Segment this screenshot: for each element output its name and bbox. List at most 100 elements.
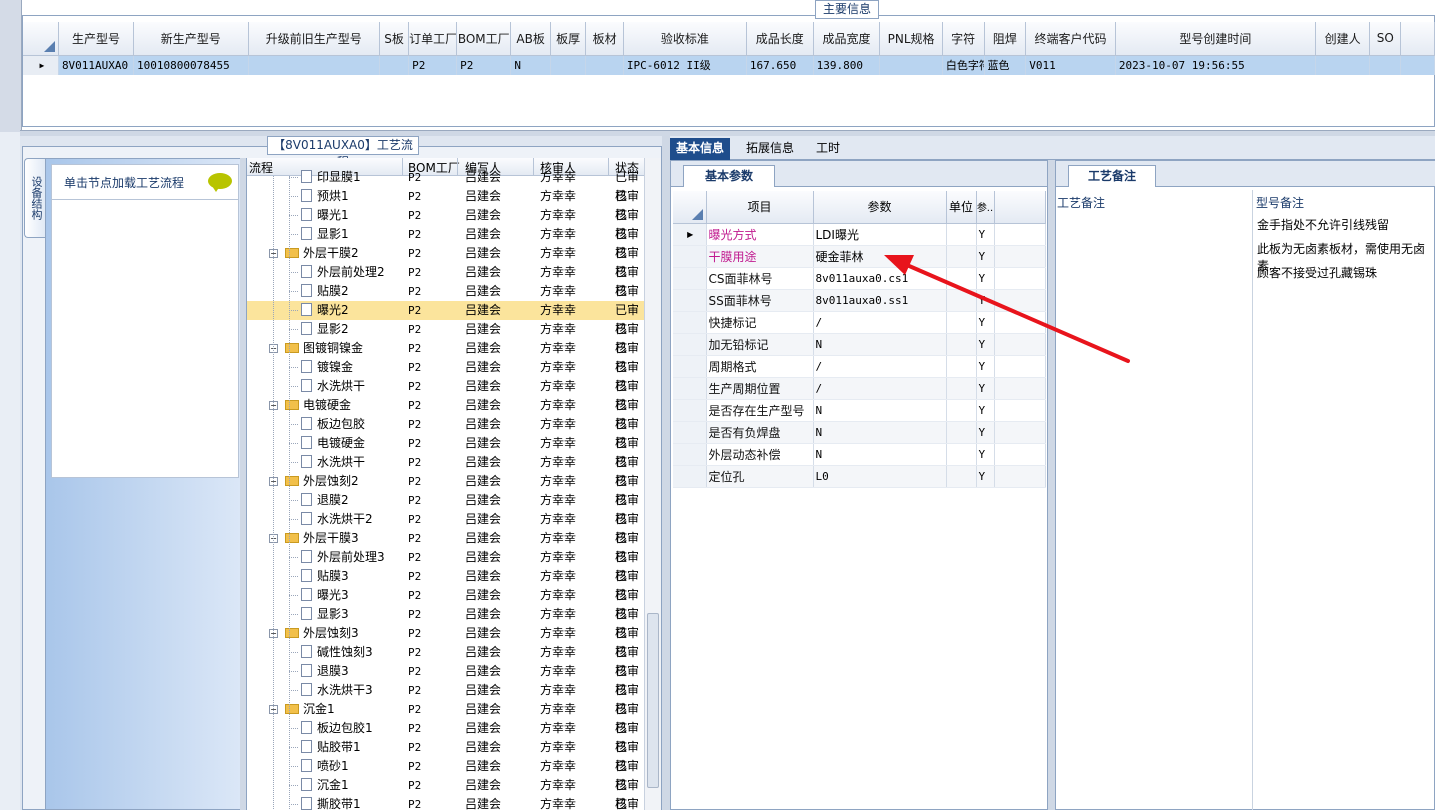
column-header[interactable]: 升级前旧生产型号: [248, 22, 380, 56]
param-value[interactable]: N: [813, 333, 947, 356]
param-row[interactable]: 快捷标记 / Y: [673, 311, 1046, 334]
param-unit[interactable]: [946, 223, 977, 246]
tree-node[interactable]: −外层干膜3P2吕建会方幸幸已审核: [247, 529, 644, 564]
param-unit[interactable]: [946, 465, 977, 488]
param-flag[interactable]: Y: [976, 377, 995, 400]
param-flag[interactable]: Y: [976, 399, 995, 422]
tree-node[interactable]: 印显膜1 P2 吕建会 方幸幸 已审核: [247, 168, 644, 203]
param-row[interactable]: 定位孔 L0 Y: [673, 465, 1046, 488]
param-flag[interactable]: Y: [976, 311, 995, 334]
column-header[interactable]: AB板: [510, 22, 551, 56]
tree-node[interactable]: 外层前处理2 P2 吕建会 方幸幸 已审核: [247, 263, 644, 298]
param-value[interactable]: 8v011auxa0.ss1: [813, 289, 947, 312]
tree-node[interactable]: 电镀硬金 P2 吕建会 方幸幸 已审核: [247, 434, 644, 469]
param-row[interactable]: 加无铅标记 N Y: [673, 333, 1046, 356]
tree-node[interactable]: 贴胶带1 P2 吕建会 方幸幸 已审核: [247, 738, 644, 773]
tree-node[interactable]: 水洗烘干 P2 吕建会 方幸幸 已审核: [247, 453, 644, 488]
header-unit[interactable]: 单位: [946, 191, 977, 224]
tree-node[interactable]: −图镀铜镍金P2吕建会方幸幸已审核: [247, 339, 644, 374]
table-cell[interactable]: [879, 55, 943, 75]
tree-node[interactable]: 沉金1 P2 吕建会 方幸幸 已审核: [247, 776, 644, 810]
column-header[interactable]: 板厚: [550, 22, 587, 56]
param-row[interactable]: ▶ 曝光方式 LDI曝光 Y: [673, 223, 1046, 246]
column-header[interactable]: BOM工厂: [456, 22, 512, 56]
param-unit[interactable]: [946, 399, 977, 422]
column-header[interactable]: SO: [1369, 22, 1402, 56]
params-grid[interactable]: 项目 参数 单位 参.. ▶ 曝光方式 LDI曝光 Y 干膜用途 硬金菲林 Y CS面菲林号 8…: [673, 191, 1046, 488]
param-row[interactable]: CS面菲林号 8v011auxa0.cs1 Y: [673, 267, 1046, 290]
tree-node[interactable]: 外层前处理3 P2 吕建会 方幸幸 已审核: [247, 548, 644, 583]
tree-node[interactable]: 显影3 P2 吕建会 方幸幸 已审核: [247, 605, 644, 640]
tree-node[interactable]: 显影1 P2 吕建会 方幸幸 已审核: [247, 225, 644, 260]
param-value[interactable]: N: [813, 443, 947, 466]
table-cell[interactable]: P2: [456, 55, 512, 75]
tree-node[interactable]: 退膜2 P2 吕建会 方幸幸 已审核: [247, 491, 644, 526]
tree-node[interactable]: 曝光1 P2 吕建会 方幸幸 已审核: [247, 206, 644, 241]
table-cell[interactable]: IPC-6012 II级: [623, 55, 747, 75]
param-flag[interactable]: Y: [976, 421, 995, 444]
param-flag[interactable]: Y: [976, 333, 995, 356]
column-header[interactable]: 字符: [942, 22, 985, 56]
column-header[interactable]: 创建人: [1315, 22, 1371, 56]
tree-node[interactable]: 水洗烘干3 P2 吕建会 方幸幸 已审核: [247, 681, 644, 716]
table-cell[interactable]: [1315, 55, 1371, 75]
param-unit[interactable]: [946, 333, 977, 356]
table-cell[interactable]: 167.650: [746, 55, 814, 75]
column-header[interactable]: S板: [379, 22, 410, 56]
param-row[interactable]: 周期格式 / Y: [673, 355, 1046, 378]
param-unit[interactable]: [946, 443, 977, 466]
param-value[interactable]: /: [813, 377, 947, 400]
column-header[interactable]: 阻焊: [984, 22, 1027, 56]
tree-node[interactable]: 水洗烘干2 P2 吕建会 方幸幸 已审核: [247, 510, 644, 545]
tab-basic-info[interactable]: 基本信息: [670, 138, 731, 160]
param-value[interactable]: 8v011auxa0.cs1: [813, 267, 947, 290]
main-info-grid[interactable]: 生产型号 新生产型号 升级前旧生产型号 S板 订单工厂 BOM工厂 AB板 板厚 板材 验收标准成…: [23, 22, 1435, 75]
tab-work-hours[interactable]: 工时: [810, 138, 846, 160]
tab-extended-info[interactable]: 拓展信息: [740, 138, 800, 160]
param-flag[interactable]: Y: [976, 355, 995, 378]
table-cell[interactable]: [1369, 55, 1402, 75]
tree-node[interactable]: 退膜3 P2 吕建会 方幸幸 已审核: [247, 662, 644, 697]
param-row[interactable]: 是否有负焊盘 N Y: [673, 421, 1046, 444]
param-unit[interactable]: [946, 377, 977, 400]
tree-node[interactable]: 曝光2 P2 吕建会 方幸幸 已审核: [247, 301, 644, 336]
table-cell[interactable]: 白色字符: [942, 55, 985, 75]
param-unit[interactable]: [946, 267, 977, 290]
vertical-splitter-middle[interactable]: [662, 136, 670, 810]
column-header[interactable]: 订单工厂: [408, 22, 458, 56]
param-value[interactable]: N: [813, 399, 947, 422]
tree-node[interactable]: 预烘1 P2 吕建会 方幸幸 已审核: [247, 187, 644, 222]
tree-node[interactable]: 曝光3 P2 吕建会 方幸幸 已审核: [247, 586, 644, 621]
tree-scrollbar[interactable]: [644, 158, 661, 810]
column-header[interactable]: 验收标准: [623, 22, 747, 56]
tab-basic-params[interactable]: 基本参数: [683, 165, 775, 187]
column-header[interactable]: 成品宽度: [813, 22, 881, 56]
param-row[interactable]: SS面菲林号 8v011auxa0.ss1 Y: [673, 289, 1046, 312]
table-cell[interactable]: 8V011AUXA0: [58, 55, 134, 75]
param-row[interactable]: 生产周期位置 / Y: [673, 377, 1046, 400]
vertical-splitter-right[interactable]: [1048, 160, 1055, 810]
table-cell[interactable]: 10010800078455: [133, 55, 249, 75]
column-header[interactable]: 板材: [585, 22, 624, 56]
param-unit[interactable]: [946, 421, 977, 444]
tree-node[interactable]: 贴膜3 P2 吕建会 方幸幸 已审核: [247, 567, 644, 602]
column-header[interactable]: 成品长度: [746, 22, 814, 56]
param-flag[interactable]: Y: [976, 267, 995, 290]
table-cell[interactable]: V011: [1025, 55, 1116, 75]
header-flag[interactable]: 参..: [976, 191, 995, 224]
table-cell[interactable]: [585, 55, 624, 75]
tree-node[interactable]: 碱性蚀刻3 P2 吕建会 方幸幸 已审核: [247, 643, 644, 678]
tree-node[interactable]: −外层蚀刻2P2吕建会方幸幸已审核: [247, 472, 644, 507]
tree-node[interactable]: 板边包胶1 P2 吕建会 方幸幸 已审核: [247, 719, 644, 754]
tree-node[interactable]: 撕胶带1 P2 吕建会 方幸幸 已审核: [247, 795, 644, 810]
table-cell[interactable]: 2023-10-07 19:56:55: [1115, 55, 1317, 75]
param-flag[interactable]: Y: [976, 465, 995, 488]
tree-node[interactable]: −电镀硬金P2吕建会方幸幸已审核: [247, 396, 644, 431]
table-cell[interactable]: 蓝色: [984, 55, 1027, 75]
param-value[interactable]: L0: [813, 465, 947, 488]
param-value[interactable]: 硬金菲林: [813, 245, 947, 268]
tree-node[interactable]: −外层蚀刻3P2吕建会方幸幸已审核: [247, 624, 644, 659]
table-cell[interactable]: [379, 55, 410, 75]
param-value[interactable]: N: [813, 421, 947, 444]
param-unit[interactable]: [946, 289, 977, 312]
